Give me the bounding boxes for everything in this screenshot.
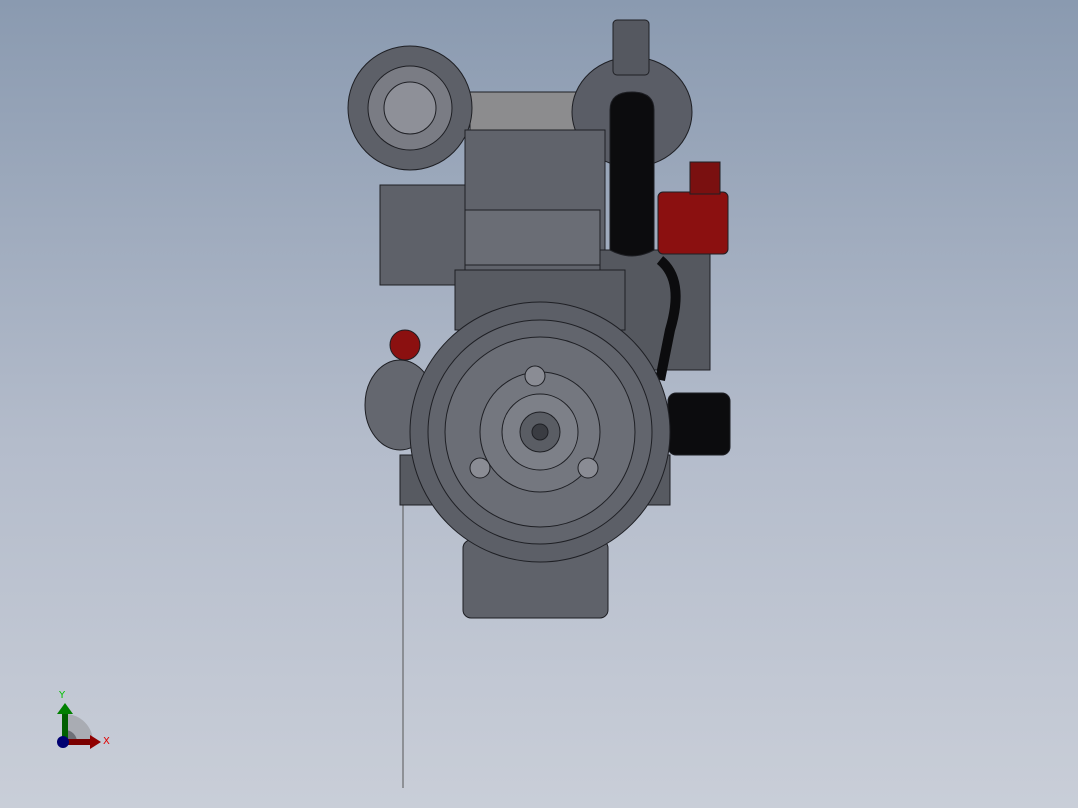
x-axis-label: X <box>103 736 110 747</box>
x-axis-arrow <box>65 739 92 745</box>
red-reservoir <box>657 191 729 255</box>
exhaust-pipe <box>609 91 655 257</box>
cad-viewport[interactable]: Y X <box>0 0 1078 808</box>
orientation-triad[interactable]: Y X <box>57 690 110 749</box>
oil-filter <box>667 392 731 456</box>
y-axis-label: Y <box>58 690 66 701</box>
z-axis-dot <box>57 736 69 748</box>
engine-model[interactable] <box>347 19 731 619</box>
